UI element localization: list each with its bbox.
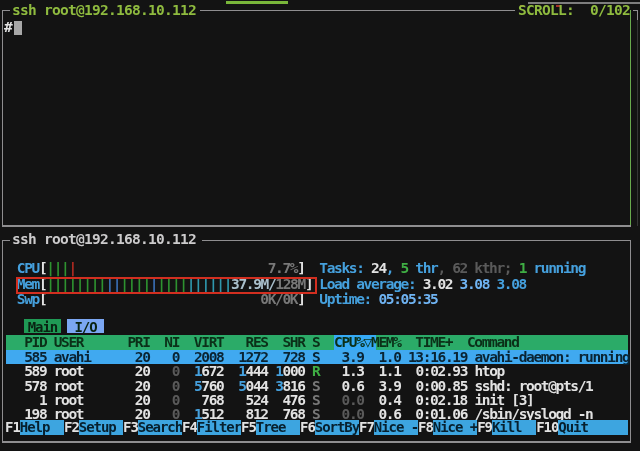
pane1-scroll-text: SCROLL: 0/102 bbox=[518, 2, 630, 18]
running-count: 1 bbox=[519, 260, 526, 276]
fkey-label-search[interactable]: Search bbox=[138, 420, 182, 434]
fkey-f4[interactable]: F4 bbox=[182, 420, 197, 434]
fkey-label-kill[interactable]: Kill bbox=[492, 420, 536, 434]
artifact-green-line bbox=[226, 1, 288, 4]
fkey-label-filter[interactable]: Filter bbox=[197, 420, 241, 434]
pane1-border-right bbox=[630, 10, 632, 227]
meter-tick: | bbox=[68, 260, 75, 276]
tab-main[interactable]: Main bbox=[24, 319, 61, 333]
meter-space bbox=[76, 260, 268, 276]
process-row[interactable]: 1 root 20 0 768 524 476 S 0.0 0.4 0:02.1… bbox=[2, 393, 533, 407]
pane2-title: ssh root@192.168.10.112 bbox=[12, 232, 196, 247]
fkey-label-setup[interactable]: Setup bbox=[79, 420, 123, 434]
pane1-title-text: ssh root@192.168.10.112 bbox=[12, 2, 196, 18]
fkey-f1[interactable]: F1 bbox=[5, 420, 20, 434]
pane1-title: ssh root@192.168.10.112 bbox=[12, 3, 196, 18]
cpu-meter-label: CPU bbox=[17, 260, 39, 276]
meter-text: 7.7% bbox=[268, 260, 298, 276]
pane2-title-text: ssh root@192.168.10.112 bbox=[12, 231, 196, 247]
fkey-f8[interactable]: F8 bbox=[418, 420, 433, 434]
fkey-label-sortby[interactable]: SortBy bbox=[315, 420, 359, 434]
fkey-f10[interactable]: F10 bbox=[536, 420, 558, 434]
fkey-f6[interactable]: F6 bbox=[300, 420, 315, 434]
process-row[interactable]: 589 root 20 0 1672 1444 1000 R 1.3 1.1 0… bbox=[2, 364, 504, 378]
terminal-screen: ssh root@192.168.10.112SCROLL: 0/102#ssh… bbox=[0, 0, 640, 451]
fkey-bar: F1Help F2Setup F3SearchF4FilterF5Tree F6… bbox=[5, 420, 628, 434]
pane1-corner-tl bbox=[2, 10, 10, 11]
pane1-border-bottom bbox=[2, 225, 631, 227]
sep: , bbox=[386, 260, 401, 276]
swp-meter: Swp[ 0K/0K] bbox=[2, 292, 305, 307]
fkey-label-nice[interactable]: Nice + bbox=[433, 420, 477, 434]
kthr: , 62 kthr; bbox=[437, 260, 518, 276]
uptime-line: Uptime: 05:05:35 bbox=[319, 292, 437, 307]
load1: 3.02 bbox=[423, 276, 460, 292]
fkey-label-quit[interactable]: Quit bbox=[558, 420, 627, 434]
pane2-border-right bbox=[630, 240, 631, 443]
load-label: Load average: bbox=[319, 276, 422, 292]
uptime-value: 05:05:35 bbox=[378, 291, 437, 307]
thr-count: 5 bbox=[401, 260, 408, 276]
sort-arrow-icon: ▽ bbox=[364, 334, 371, 350]
fkey-label-nice[interactable]: Nice - bbox=[374, 420, 418, 434]
load15: 3.08 bbox=[496, 276, 526, 292]
pane2-title-line bbox=[202, 240, 631, 241]
pane2-border-bottom bbox=[2, 441, 631, 443]
uptime-label: Uptime: bbox=[319, 291, 378, 307]
pane1-scroll: SCROLL: 0/102 bbox=[518, 3, 630, 18]
prompt-char: # bbox=[4, 19, 11, 35]
tasks-label: Tasks: bbox=[319, 260, 371, 276]
load-line: Load average: 3.02 3.08 3.08 bbox=[319, 277, 526, 292]
pane1-prompt: # bbox=[4, 20, 11, 35]
fkey-f7[interactable]: F7 bbox=[359, 420, 374, 434]
screen-edge-line bbox=[637, 20, 638, 226]
process-row[interactable]: 585 avahi 20 0 2008 1272 728 S 3.9 1.0 1… bbox=[2, 350, 629, 364]
fkey-f3[interactable]: F3 bbox=[123, 420, 138, 434]
pane1-title-line bbox=[200, 10, 515, 11]
annotation-box bbox=[16, 277, 317, 294]
process-row[interactable]: 578 root 20 0 5760 5044 3816 S 0.6 3.9 0… bbox=[2, 379, 593, 393]
running-label: running bbox=[526, 260, 585, 276]
header-cells: PID USER PRI NI VIRT RES SHR S CPU% bbox=[2, 334, 364, 350]
tasks-count: 24 bbox=[371, 260, 386, 276]
fkey-f5[interactable]: F5 bbox=[241, 420, 256, 434]
cpu-meter: CPU[|||| 7.7%] bbox=[2, 261, 305, 276]
bracket: ] bbox=[297, 260, 304, 276]
tab-io[interactable]: I/O bbox=[67, 319, 104, 333]
table-header: PID USER PRI NI VIRT RES SHR S CPU%▽MEM%… bbox=[2, 335, 519, 350]
meter-tick: | bbox=[54, 260, 61, 276]
fkey-label-tree[interactable]: Tree bbox=[256, 420, 300, 434]
pane1-border-left bbox=[2, 10, 3, 227]
tasks-line: Tasks: 24, 5 thr, 62 kthr; 1 running bbox=[319, 261, 585, 276]
header-cells2: MEM% TIME+ Command bbox=[371, 334, 519, 350]
cursor bbox=[14, 21, 23, 35]
load5: 3.08 bbox=[460, 276, 497, 292]
pane2-corner-tl bbox=[2, 240, 10, 241]
meter-tick: | bbox=[46, 260, 53, 276]
pane1-corner-tr bbox=[633, 10, 638, 11]
thr-label: thr bbox=[408, 260, 438, 276]
fkey-label-help[interactable]: Help bbox=[20, 420, 64, 434]
fkey-f2[interactable]: F2 bbox=[64, 420, 79, 434]
meter-indent bbox=[2, 260, 17, 276]
fkey-f9[interactable]: F9 bbox=[477, 420, 492, 434]
pane1-corner-tr-stub bbox=[637, 10, 638, 20]
